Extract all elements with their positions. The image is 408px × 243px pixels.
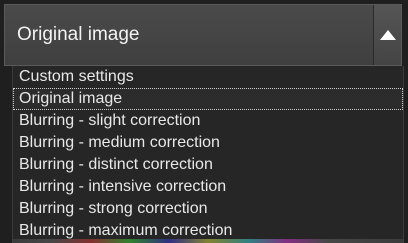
caret-up-icon [379, 30, 396, 40]
dropdown-toggle-button[interactable] [373, 5, 401, 65]
combo-selected-value: Original image [17, 24, 140, 45]
list-item-blurring-strong[interactable]: Blurring - strong correction [13, 198, 403, 220]
preset-combobox[interactable]: Original image [4, 4, 402, 66]
list-item-blurring-intensive[interactable]: Blurring - intensive correction [13, 176, 403, 198]
list-item-blurring-medium[interactable]: Blurring - medium correction [13, 132, 403, 154]
preset-dropdown-list: Custom settings Original image Blurring … [12, 66, 404, 243]
list-item-custom-settings[interactable]: Custom settings [13, 66, 403, 88]
list-item-blurring-distinct[interactable]: Blurring - distinct correction [13, 154, 403, 176]
preset-selector: Original image Custom settings Original … [0, 0, 408, 243]
list-item-blurring-slight[interactable]: Blurring - slight correction [13, 110, 403, 132]
list-item-original-image[interactable]: Original image [13, 88, 403, 110]
underlying-toolbar-strip [12, 239, 404, 243]
